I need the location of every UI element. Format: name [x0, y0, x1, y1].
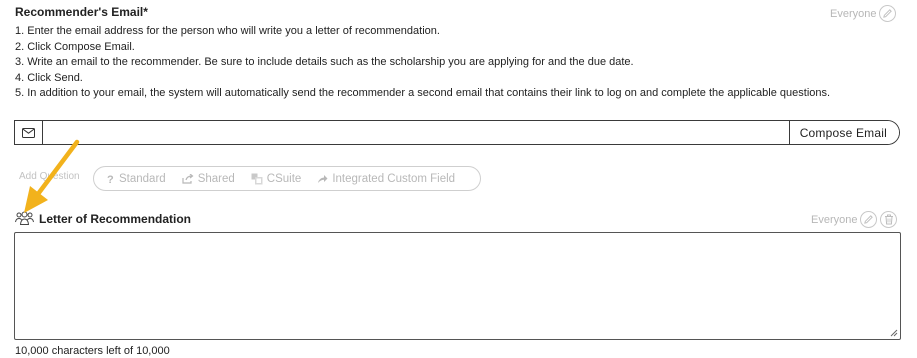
- edit-email-question-button[interactable]: [879, 5, 897, 22]
- email-instructions: 1. Enter the email address for the perso…: [15, 24, 830, 102]
- email-visibility-label: Everyone: [830, 7, 877, 20]
- delete-recommendation-question-button[interactable]: [880, 211, 898, 228]
- pencil-icon: [883, 9, 893, 18]
- annotation-arrow-icon: [24, 139, 80, 213]
- compose-email-button[interactable]: Compose Email: [788, 121, 899, 144]
- envelope-icon: [22, 127, 35, 138]
- svg-text:?: ?: [107, 174, 114, 184]
- question-type-shared-label: Shared: [197, 172, 235, 185]
- recommender-email-field: Compose Email: [14, 120, 900, 145]
- instruction-item: 1. Enter the email address for the perso…: [15, 25, 440, 37]
- pencil-icon: [864, 215, 874, 224]
- question-type-standard[interactable]: ? Standard: [107, 173, 166, 185]
- question-type-shared[interactable]: Shared: [182, 173, 235, 185]
- character-count: 10,000 characters left of 10,000: [15, 345, 170, 357]
- question-mark-icon: ?: [107, 173, 115, 184]
- resize-handle-icon[interactable]: [889, 328, 898, 337]
- recommender-email-input[interactable]: [43, 121, 789, 144]
- edit-recommendation-question-button[interactable]: [860, 211, 878, 228]
- instruction-item: 4. Click Send.: [15, 71, 83, 84]
- question-type-selector: ? Standard Shared CSuite Integrated Cust…: [93, 166, 481, 191]
- question-type-integrated-label: Integrated Custom Field: [332, 172, 456, 185]
- recommendation-visibility-label: Everyone: [811, 213, 858, 226]
- question-type-csuite-label: CSuite: [266, 172, 302, 185]
- recommendation-visibility: Everyone: [811, 211, 898, 228]
- question-type-standard-label: Standard: [119, 172, 166, 185]
- question-type-csuite[interactable]: CSuite: [251, 172, 302, 185]
- trash-icon: [884, 214, 893, 225]
- instruction-item: 3. Write an email to the recommender. Be…: [15, 56, 634, 68]
- csuite-icon: [251, 173, 263, 185]
- instruction-item: 5. In addition to your email, the system…: [15, 87, 831, 99]
- letter-of-recommendation-textarea[interactable]: [14, 232, 901, 340]
- link-arrow-icon: [317, 174, 328, 184]
- recommender-email-title: Recommender's Email*: [15, 5, 148, 19]
- share-icon: [182, 173, 194, 184]
- question-type-integrated-custom-field[interactable]: Integrated Custom Field: [317, 173, 455, 185]
- email-visibility: Everyone: [830, 5, 897, 22]
- instruction-item: 2. Click Compose Email.: [15, 40, 135, 53]
